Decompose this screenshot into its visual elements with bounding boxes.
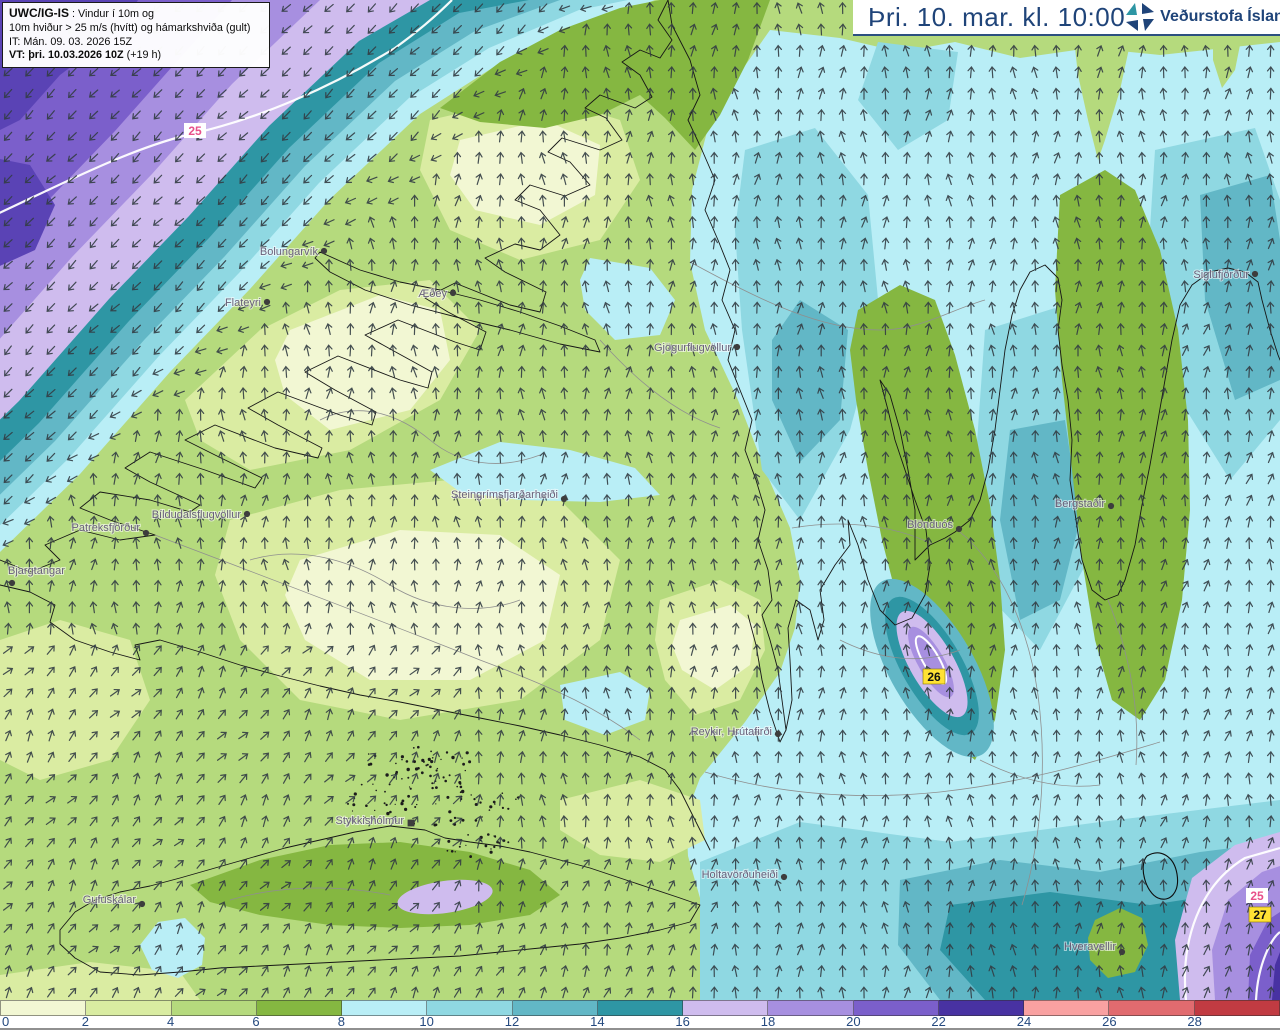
- valid-time: VT: þri. 10.03.2026 10Z: [9, 49, 124, 62]
- scale-segment: [1194, 1000, 1280, 1016]
- scale-segment: [427, 1000, 513, 1016]
- gust-value: 26: [927, 670, 941, 684]
- station-label: Gjögurflugvöllur: [654, 342, 731, 354]
- weather-map-page: Bolungarvík Flateyri Æðey Gjögurflugvöllur S…: [0, 0, 1280, 1030]
- org-name: Veðurstofa Íslands: [1160, 8, 1280, 25]
- station-label: Holtavörðuheiði: [702, 869, 778, 881]
- scale-segment: [938, 1000, 1025, 1016]
- station-label: Bolungarvík: [260, 246, 319, 258]
- station-label: Patreksfjörður: [72, 522, 141, 534]
- scale-segment: [0, 1000, 87, 1016]
- scale-segment: [342, 1000, 428, 1016]
- scale-segment: [597, 1000, 684, 1016]
- station-marker: [560, 495, 568, 503]
- scale-tick-label: 26: [1102, 1014, 1117, 1029]
- scale-tick-label: 16: [675, 1014, 690, 1029]
- scale-tick-label: 0: [2, 1014, 10, 1029]
- info-line-2: 10m hviður > 25 m/s (hvítt) og hámarkshv…: [9, 21, 251, 34]
- gust-value: 25: [188, 124, 202, 138]
- info-line-4: VT: þri. 10.03.2026 10Z (+19 h): [9, 49, 162, 62]
- scale-labels: 0 2 4 6 8 10 12 14 16 18 20 22 24 26 28: [0, 1014, 1280, 1029]
- station-marker: [243, 510, 251, 518]
- scale-tick-label: 6: [252, 1014, 260, 1029]
- scale-segment: [256, 1000, 343, 1016]
- station-label: Bergstaðir: [1055, 498, 1105, 510]
- gust-value: 25: [1250, 889, 1264, 903]
- station-marker: [138, 900, 146, 908]
- station-marker: [320, 247, 328, 255]
- scale-segment: [1024, 1000, 1110, 1016]
- scale-segment: [768, 1000, 854, 1016]
- title-strip: Þri. 10. mar. kl. 10:00 Veðurstofa Íslan…: [853, 0, 1280, 36]
- scale-tick-label: 18: [760, 1014, 776, 1029]
- station-label: Bjargtangar: [8, 565, 65, 577]
- scale-segment: [853, 1000, 939, 1016]
- scale-tick-label: 8: [337, 1014, 345, 1029]
- station-marker: [142, 529, 150, 537]
- scale-tick-label: 2: [81, 1014, 89, 1029]
- gust-value: 27: [1253, 908, 1267, 922]
- station-label: Stykkishólmur: [336, 815, 405, 827]
- scale-tick-label: 10: [419, 1014, 434, 1029]
- info-line-1: UWC/IG-IS : Vindur í 10m og: [9, 6, 155, 20]
- station-label: Bíldudalsflugvöllur: [152, 509, 242, 521]
- scale-tick-label: 20: [846, 1014, 861, 1029]
- scale-segment: [683, 1000, 769, 1016]
- station-marker: [1251, 270, 1259, 278]
- station-marker: [1118, 948, 1126, 956]
- scale-tick-label: 22: [931, 1014, 946, 1029]
- station-marker: [780, 873, 788, 881]
- station-marker: [407, 819, 415, 827]
- product-code: UWC/IG-IS: [9, 6, 69, 20]
- station-label: Steingrímsfjarðarheiði: [451, 489, 558, 501]
- station-label: Reykir, Hrútafirði: [691, 726, 772, 738]
- station-marker: [8, 579, 16, 587]
- scale-segments: [0, 1000, 1280, 1016]
- scale-tick-label: 24: [1016, 1014, 1032, 1029]
- scale-segment: [86, 1000, 172, 1016]
- product-info-box: UWC/IG-IS : Vindur í 10m og 10m hviður >…: [2, 2, 270, 69]
- station-label: Hveravellir: [1064, 941, 1116, 953]
- scale-tick-label: 4: [167, 1014, 175, 1029]
- station-marker: [1107, 502, 1115, 510]
- scale-tick-label: 14: [590, 1014, 605, 1029]
- wind-map-canvas[interactable]: Bolungarvík Flateyri Æðey Gjögurflugvöllur S…: [0, 0, 1280, 1000]
- scale-segment: [512, 1000, 598, 1016]
- station-marker: [263, 298, 271, 306]
- scale-tick-label: 28: [1187, 1014, 1202, 1029]
- valid-time-title: Þri. 10. mar. kl. 10:00: [868, 1, 1126, 32]
- scale-segment: [171, 1000, 257, 1016]
- station-label: Flateyri: [225, 297, 261, 309]
- station-marker: [733, 343, 741, 351]
- vedurstofa-logo-icon: [1126, 3, 1155, 31]
- info-line-3: IT: Mán. 09. 03. 2026 15Z: [9, 35, 133, 48]
- station-marker: [955, 525, 963, 533]
- station-marker: [449, 289, 457, 297]
- station-label: Æðey: [418, 288, 447, 300]
- station-label: Gufuskálar: [83, 894, 137, 906]
- scale-tick-label: 12: [504, 1014, 520, 1029]
- wind-speed-scale: 0 2 4 6 8 10 12 14 16 18 20 22 24 26 28: [0, 1000, 1280, 1030]
- station-label: Blönduós: [907, 519, 953, 531]
- station-marker: [774, 730, 782, 738]
- station-label: Siglufjörður: [1193, 269, 1249, 281]
- scale-segment: [1109, 1000, 1195, 1016]
- org-branding: Veðurstofa Íslands: [1125, 2, 1280, 32]
